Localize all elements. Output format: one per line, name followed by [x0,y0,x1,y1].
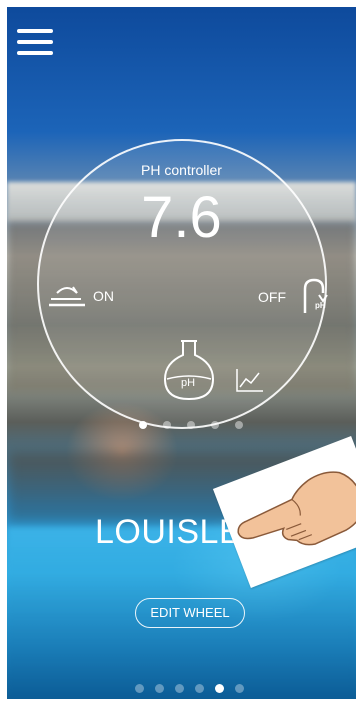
controller-page-dot[interactable] [139,421,147,429]
background-photo: PH controller 7.6 ON OFF pH pH LOUISLE E… [7,7,356,699]
edit-wheel-button[interactable]: EDIT WHEEL [135,598,245,628]
controller-page-indicator [139,421,249,431]
page-dot[interactable] [235,684,244,693]
dosing-status-label: OFF [258,289,286,305]
pump-icon[interactable] [47,277,87,311]
page-dot[interactable] [175,684,184,693]
wheel-name: LOUISLE [95,513,243,551]
controller-page-dot[interactable] [163,421,171,429]
dosing-tap-icon[interactable]: pH [299,277,331,313]
page-dot[interactable] [155,684,164,693]
controller-page-dot[interactable] [187,421,195,429]
page-dot[interactable] [135,684,144,693]
hamburger-menu-icon[interactable] [17,29,53,55]
pump-status-label: ON [93,288,114,304]
controller-page-dot[interactable] [211,421,219,429]
page-dot[interactable] [195,684,204,693]
tap-ph-label: pH [315,301,326,310]
trend-chart-icon[interactable] [235,367,265,393]
page-dot[interactable] [215,684,224,693]
flask-icon: pH [159,339,219,401]
controller-title: PH controller [141,162,222,178]
flask-ph-label: pH [181,377,196,389]
controller-page-dot[interactable] [235,421,243,429]
app-screen: PH controller 7.6 ON OFF pH pH LOUISLE E… [0,0,363,706]
page-indicator [135,684,255,696]
ph-value: 7.6 [141,185,222,250]
